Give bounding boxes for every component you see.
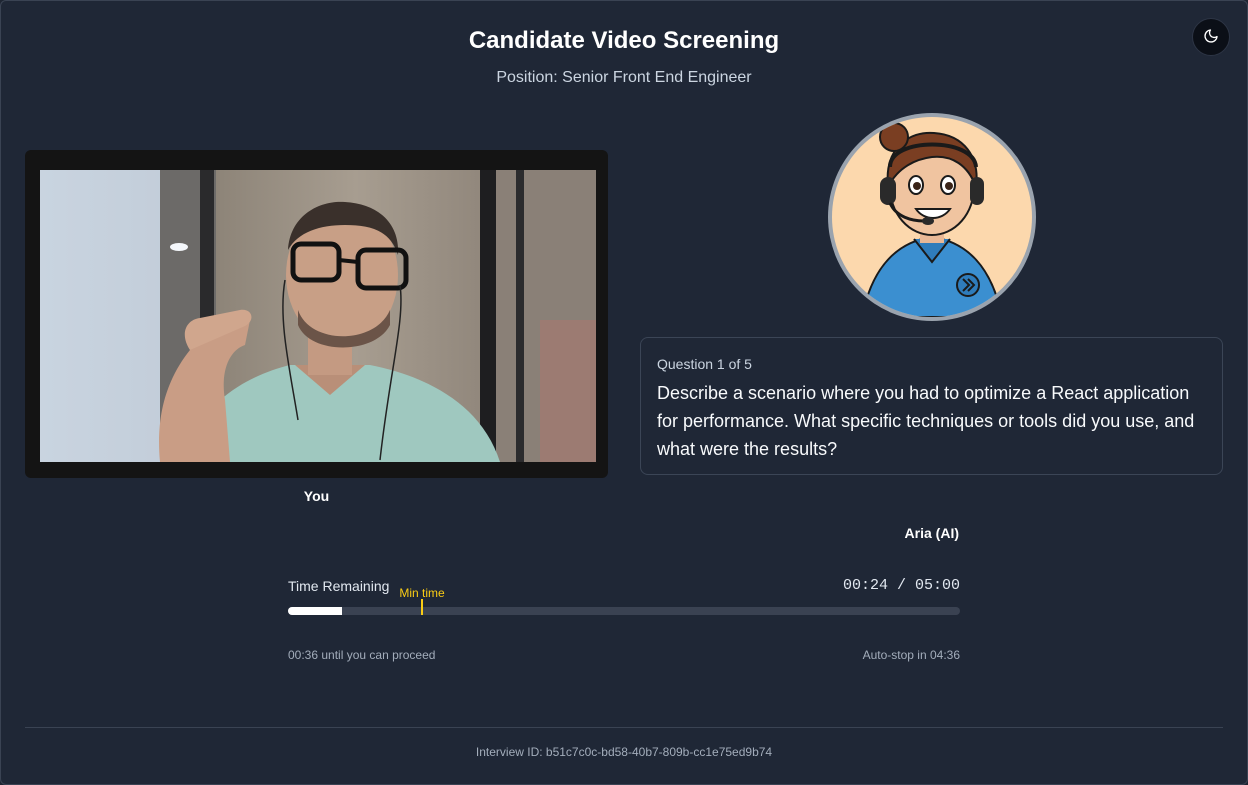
candidate-label: You bbox=[303, 488, 330, 504]
time-progress-track bbox=[288, 599, 960, 615]
timer-readout: 00:24 / 05:00 bbox=[842, 577, 960, 594]
candidate-video-feed bbox=[40, 170, 596, 462]
proceed-countdown: 00:36 until you can proceed bbox=[288, 648, 436, 662]
time-remaining-label: Time Remaining bbox=[288, 578, 390, 594]
question-card: Question 1 of 5 Describe a scenario wher… bbox=[640, 337, 1223, 475]
theme-toggle-button[interactable] bbox=[1192, 18, 1230, 56]
interview-id: Interview ID: b51c7c0c-bd58-40b7-809b-cc… bbox=[475, 745, 773, 759]
page-title: Candidate Video Screening bbox=[468, 27, 780, 54]
position-subtitle: Position: Senior Front End Engineer bbox=[496, 69, 752, 86]
auto-stop-countdown: Auto-stop in 04:36 bbox=[862, 648, 960, 662]
question-text: Describe a scenario where you had to opt… bbox=[657, 383, 1195, 459]
time-progress-fill bbox=[288, 607, 342, 615]
ai-interviewer-avatar bbox=[828, 113, 1036, 321]
min-time-marker bbox=[421, 599, 423, 615]
time-remaining-panel: Time Remaining 00:24 / 05:00 Min time 00… bbox=[288, 575, 960, 665]
min-time-label: Min time bbox=[399, 586, 445, 600]
footer-divider bbox=[25, 727, 1223, 728]
moon-icon bbox=[1203, 28, 1219, 47]
ai-interviewer-label: Aria (AI) bbox=[904, 525, 959, 541]
candidate-video-panel bbox=[25, 150, 608, 478]
question-counter: Question 1 of 5 bbox=[657, 356, 752, 372]
